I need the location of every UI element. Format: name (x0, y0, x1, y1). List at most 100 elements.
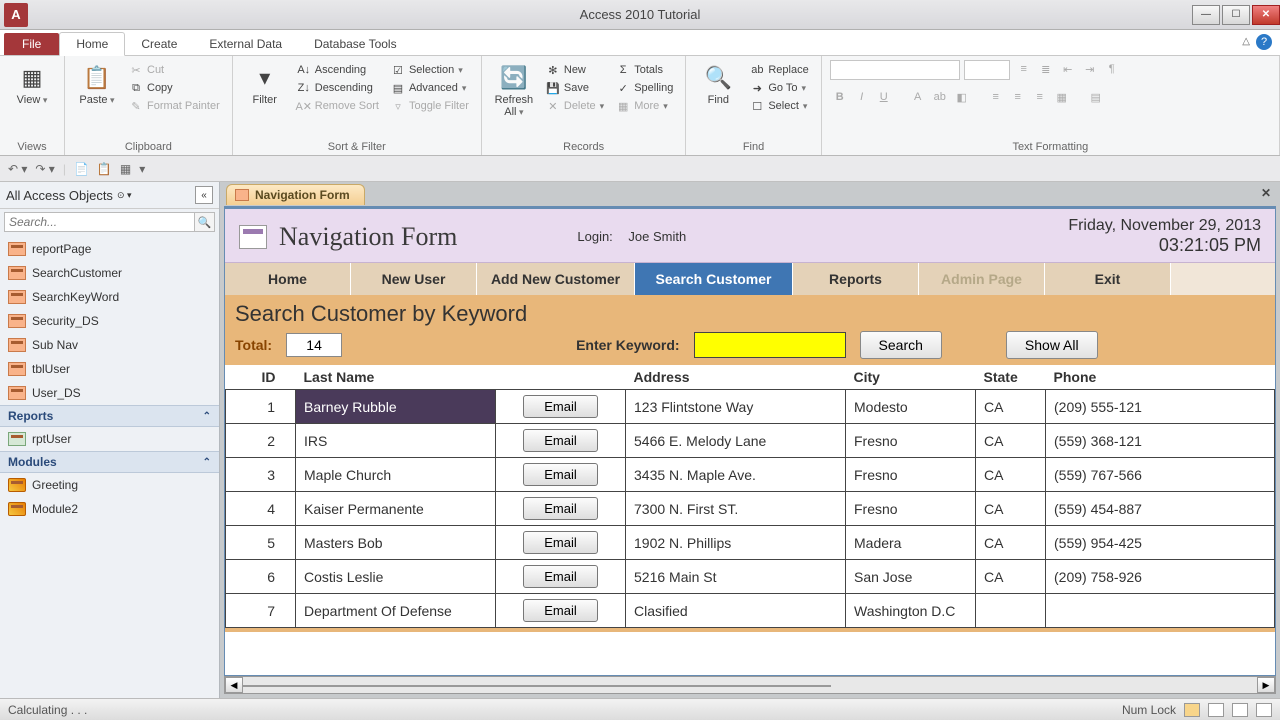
email-button[interactable]: Email (523, 463, 598, 486)
navtab[interactable]: Home (225, 263, 351, 295)
sidebar-group-reports[interactable]: Reports⌃ (0, 405, 219, 427)
navtab[interactable]: Search Customer (635, 263, 793, 295)
font-size-combo[interactable] (964, 60, 1010, 80)
align-center-button[interactable]: ≡ (1008, 88, 1028, 106)
save-button[interactable]: 💾Save (542, 80, 608, 96)
select-button[interactable]: ☐Select (746, 98, 812, 114)
font-color-button[interactable]: A (908, 88, 928, 106)
fill-color-button[interactable]: ◧ (952, 88, 972, 106)
navtab[interactable]: New User (351, 263, 477, 295)
bullets-icon[interactable]: ≡ (1014, 60, 1034, 78)
goto-button[interactable]: ➜Go To (746, 80, 812, 96)
cut-button[interactable]: ✂Cut (125, 62, 224, 78)
sidebar-item[interactable]: User_DS (0, 381, 219, 405)
showall-button[interactable]: Show All (1006, 331, 1098, 359)
email-button[interactable]: Email (523, 565, 598, 588)
qat-icon-2[interactable]: 📋 (97, 162, 112, 176)
email-button[interactable]: Email (523, 429, 598, 452)
sidebar-item[interactable]: Module2 (0, 497, 219, 521)
descending-button[interactable]: Z↓Descending (293, 80, 383, 96)
sidebar-item[interactable]: Greeting (0, 473, 219, 497)
nav-pane-header[interactable]: All Access Objects ⊙ ▾ « (0, 182, 219, 209)
advanced-button[interactable]: ▤Advanced (387, 80, 473, 96)
sidebar-item[interactable]: SearchCustomer (0, 261, 219, 285)
bold-button[interactable]: B (830, 88, 850, 106)
doc-close-button[interactable]: ✕ (1258, 186, 1274, 202)
scroll-left-icon[interactable]: ◀ (225, 677, 243, 693)
close-button[interactable]: ✕ (1252, 5, 1280, 25)
email-button[interactable]: Email (523, 531, 598, 554)
refresh-all-button[interactable]: 🔄 Refresh All (490, 60, 538, 120)
sidebar-item[interactable]: tblUser (0, 357, 219, 381)
highlight-button[interactable]: ab (930, 88, 950, 106)
copy-button[interactable]: ⧉Copy (125, 80, 224, 96)
sidebar-item[interactable]: rptUser (0, 427, 219, 451)
table-row[interactable]: 7Department Of DefenseEmailClasifiedWash… (226, 594, 1275, 628)
navtab[interactable]: Reports (793, 263, 919, 295)
scroll-right-icon[interactable]: ▶ (1257, 677, 1275, 693)
underline-button[interactable]: U (874, 88, 894, 106)
replace-button[interactable]: abReplace (746, 62, 812, 78)
totals-button[interactable]: ΣTotals (612, 62, 677, 78)
sidebar-item[interactable]: Security_DS (0, 309, 219, 333)
qat-icon-1[interactable]: 📄 (74, 162, 89, 176)
search-button[interactable]: Search (860, 331, 942, 359)
table-row[interactable]: 3Maple ChurchEmail3435 N. Maple Ave.Fres… (226, 458, 1275, 492)
form-view-icon[interactable] (1184, 703, 1200, 717)
new-button[interactable]: ✻New (542, 62, 608, 78)
italic-button[interactable]: I (852, 88, 872, 106)
email-button[interactable]: Email (523, 599, 598, 622)
gridlines-button[interactable]: ▦ (1052, 88, 1072, 106)
tab-database-tools[interactable]: Database Tools (298, 33, 413, 55)
minimize-button[interactable]: — (1192, 5, 1220, 25)
indent-right-icon[interactable]: ⇥ (1080, 60, 1100, 78)
maximize-button[interactable]: ☐ (1222, 5, 1250, 25)
spelling-button[interactable]: ✓Spelling (612, 80, 677, 96)
sidebar-item[interactable]: Sub Nav (0, 333, 219, 357)
tab-create[interactable]: Create (125, 33, 193, 55)
qat-customize[interactable]: ▾ (139, 162, 145, 176)
filter-button[interactable]: ▾ Filter (241, 60, 289, 108)
column-header[interactable]: Address (626, 365, 846, 390)
design-view-icon[interactable] (1256, 703, 1272, 717)
h-scrollbar[interactable]: ◀ ▶ (224, 676, 1276, 694)
table-row[interactable]: 1Barney RubbleEmail123 Flintstone WayMod… (226, 390, 1275, 424)
qat-icon-3[interactable]: ▦ (120, 162, 131, 176)
ribbon-minimize-icon[interactable]: △ (1242, 36, 1250, 47)
column-header[interactable]: State (976, 365, 1046, 390)
column-header[interactable]: City (846, 365, 976, 390)
ascending-button[interactable]: A↓Ascending (293, 62, 383, 78)
align-right-button[interactable]: ≡ (1030, 88, 1050, 106)
column-header[interactable]: Last Name (296, 365, 496, 390)
redo-button[interactable]: ↷ ▾ (35, 162, 54, 176)
ltr-icon[interactable]: ¶ (1102, 60, 1122, 78)
sidebar-item[interactable]: SearchKeyWord (0, 285, 219, 309)
email-button[interactable]: Email (523, 395, 598, 418)
column-header[interactable]: ID (226, 365, 296, 390)
delete-button[interactable]: ✕Delete (542, 98, 608, 114)
table-row[interactable]: 6Costis LeslieEmail5216 Main StSan JoseC… (226, 560, 1275, 594)
toggle-filter-button[interactable]: ▿Toggle Filter (387, 98, 473, 114)
more-button[interactable]: ▦More (612, 98, 677, 114)
email-button[interactable]: Email (523, 497, 598, 520)
navtab[interactable]: Exit (1045, 263, 1171, 295)
sidebar-item[interactable]: reportPage (0, 237, 219, 261)
navtab[interactable]: Add New Customer (477, 263, 635, 295)
align-left-button[interactable]: ≡ (986, 88, 1006, 106)
navtab[interactable]: Admin Page (919, 263, 1045, 295)
search-icon[interactable]: 🔍 (195, 212, 215, 232)
column-header[interactable] (496, 365, 626, 390)
nav-search-input[interactable] (4, 212, 195, 232)
keyword-input[interactable] (694, 332, 846, 358)
collapse-nav-button[interactable]: « (195, 186, 213, 204)
font-family-combo[interactable] (830, 60, 960, 80)
sidebar-group-modules[interactable]: Modules⌃ (0, 451, 219, 473)
tab-external-data[interactable]: External Data (193, 33, 298, 55)
column-header[interactable]: Phone (1046, 365, 1275, 390)
format-painter-button[interactable]: ✎Format Painter (125, 98, 224, 114)
table-row[interactable]: 2IRSEmail5466 E. Melody LaneFresnoCA(559… (226, 424, 1275, 458)
file-tab[interactable]: File (4, 33, 59, 55)
layout-view-icon[interactable] (1232, 703, 1248, 717)
alt-row-color-button[interactable]: ▤ (1086, 88, 1106, 106)
find-button[interactable]: 🔍 Find (694, 60, 742, 108)
